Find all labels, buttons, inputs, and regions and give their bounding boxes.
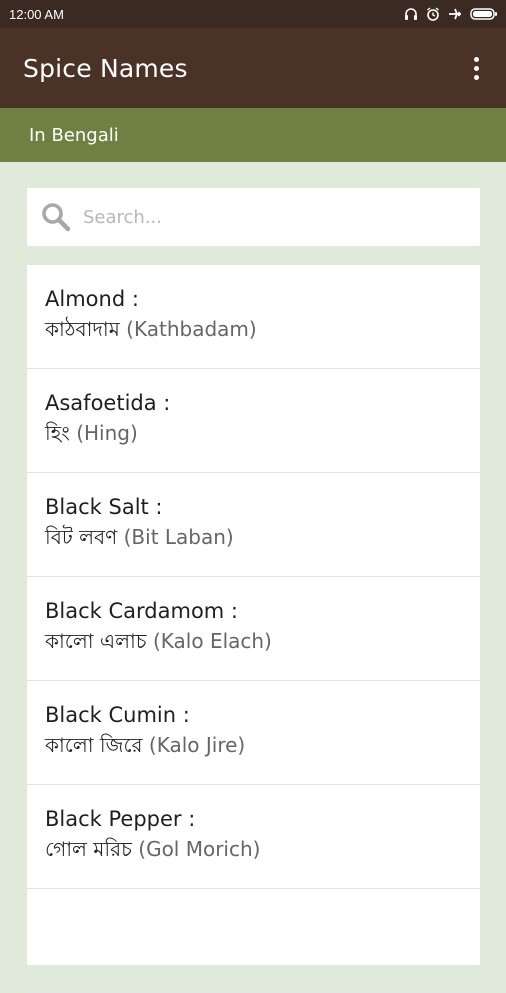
spice-list: Almond : কাঠবাদাম (Kathbadam) Asafoetida… <box>27 265 480 993</box>
transliteration: (Bit Laban) <box>117 525 234 549</box>
spice-name: Black Cardamom : <box>45 599 238 623</box>
list-item[interactable]: Asafoetida : হিং (Hing) <box>27 369 480 473</box>
list-item[interactable]: Almond : কাঠবাদাম (Kathbadam) <box>27 265 480 369</box>
bengali-name: হিং <box>45 421 70 445</box>
list-item[interactable] <box>27 889 480 993</box>
spice-translation: কালো জিরে (Kalo Jire) <box>45 729 462 761</box>
app-title: Spice Names <box>23 53 188 83</box>
search-input[interactable] <box>83 206 463 228</box>
spice-name: Black Pepper : <box>45 807 196 831</box>
spice-translation: বিট লবণ (Bit Laban) <box>45 521 462 553</box>
bengali-name: কালো এলাচ <box>45 629 147 653</box>
alarm-icon <box>427 7 439 21</box>
battery-icon <box>470 8 497 20</box>
spice-name: Almond : <box>45 287 139 311</box>
spice-name: Black Cumin : <box>45 703 190 727</box>
bengali-name: কাঠবাদাম <box>45 317 120 341</box>
spice-translation: কালো এলাচ (Kalo Elach) <box>45 625 462 657</box>
app-bar: Spice Names <box>0 28 506 108</box>
spice-translation: কাঠবাদাম (Kathbadam) <box>45 313 462 345</box>
spice-translation: হিং (Hing) <box>45 417 462 449</box>
transliteration: (Kalo Elach) <box>146 629 272 653</box>
status-icons <box>404 7 498 21</box>
list-item[interactable]: Black Pepper : গোল মরিচ (Gol Morich) <box>27 785 480 889</box>
language-label: In Bengali <box>29 124 119 146</box>
list-item[interactable]: Black Salt : বিট লবণ (Bit Laban) <box>27 473 480 577</box>
spice-name: Asafoetida : <box>45 391 171 415</box>
headphones-icon <box>405 8 417 20</box>
transliteration: (Gol Morich) <box>131 837 261 861</box>
list-item[interactable]: Black Cardamom : কালো এলাচ (Kalo Elach) <box>27 577 480 681</box>
bengali-name: বিট লবণ <box>45 525 118 549</box>
search-box[interactable] <box>27 188 480 246</box>
more-vertical-icon <box>473 56 479 62</box>
spice-translation: গোল মরিচ (Gol Morich) <box>45 833 462 865</box>
transliteration: (Kalo Jire) <box>142 733 246 757</box>
bengali-name: গোল মরিচ <box>45 837 132 861</box>
status-bar: 12:00 AM <box>0 0 506 28</box>
status-time: 12:00 AM <box>9 6 64 22</box>
transliteration: (Hing) <box>69 421 138 445</box>
list-item[interactable]: Black Cumin : কালো জিরে (Kalo Jire) <box>27 681 480 785</box>
more-options-button[interactable] <box>464 48 488 88</box>
bengali-name: কালো জিরে <box>45 733 143 757</box>
transliteration: (Kathbadam) <box>119 317 257 341</box>
spice-name: Black Salt : <box>45 495 163 519</box>
airplane-icon <box>449 8 462 20</box>
search-icon <box>42 203 71 232</box>
language-bar: In Bengali <box>0 108 506 162</box>
